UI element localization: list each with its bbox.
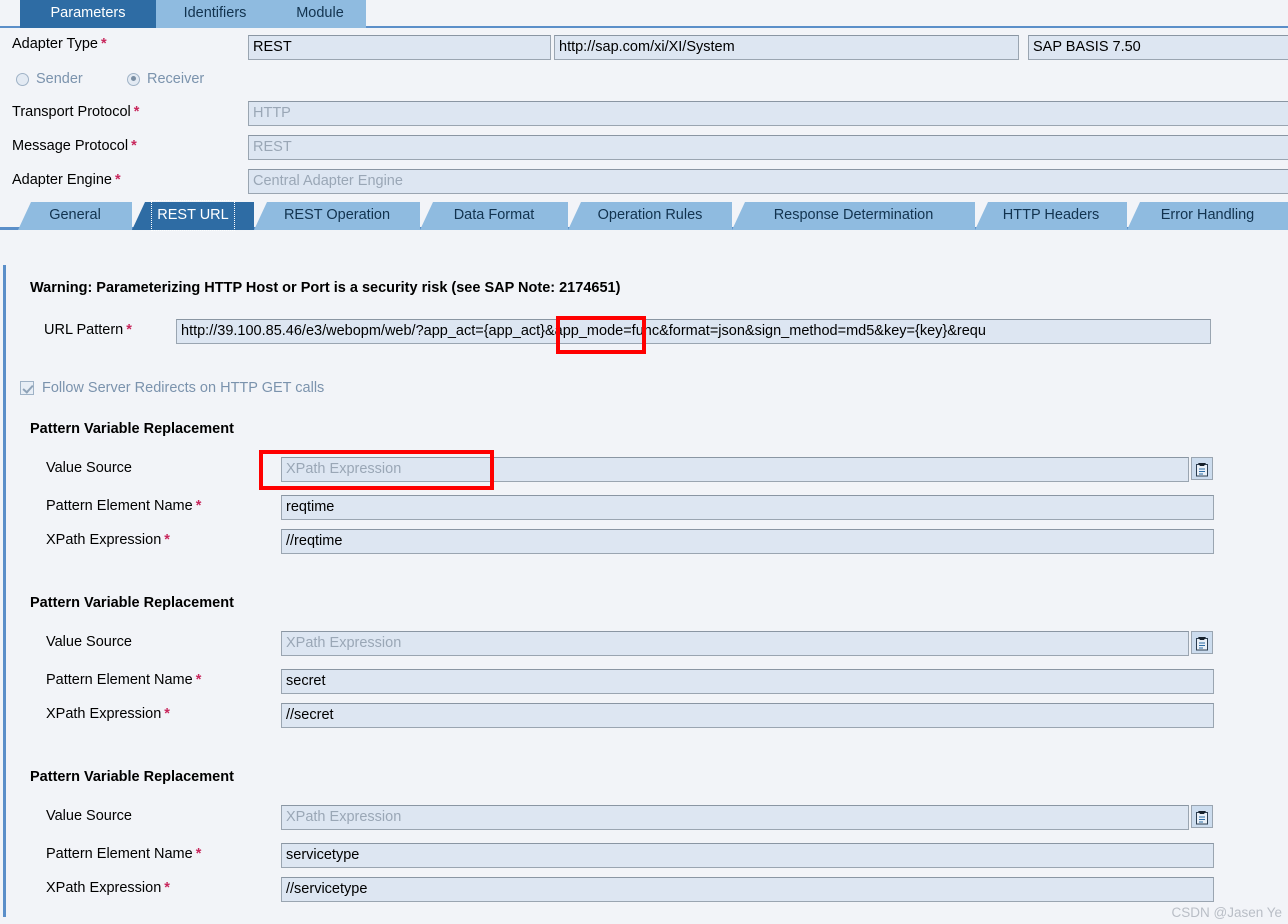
subtab-error-handling[interactable]: Error Handling bbox=[1127, 202, 1288, 230]
pattern-variable-replacement-title-2: Pattern Variable Replacement bbox=[30, 595, 234, 611]
radio-sender[interactable]: Sender bbox=[16, 71, 83, 87]
subtab-rest-url[interactable]: REST URL bbox=[132, 202, 254, 230]
subtab-rest-url-label: REST URL bbox=[153, 202, 232, 229]
value-help-glyph bbox=[1195, 809, 1209, 825]
pattern-element-name-field-2[interactable]: secret bbox=[281, 669, 1214, 694]
value-source-label-3: Value Source bbox=[46, 808, 132, 824]
radio-receiver-label: Receiver bbox=[147, 71, 204, 87]
subtab-rest-operation[interactable]: REST Operation bbox=[254, 202, 420, 230]
security-warning-text: Warning: Parameterizing HTTP Host or Por… bbox=[30, 280, 620, 296]
adapter-engine-label: Adapter Engine* bbox=[12, 172, 121, 188]
tab-identifiers[interactable]: Identifiers bbox=[156, 0, 274, 28]
radio-sender-label: Sender bbox=[36, 71, 83, 87]
message-protocol-field: REST bbox=[248, 135, 1288, 160]
subtab-general-label: General bbox=[45, 202, 105, 229]
subtab-operation-rules[interactable]: Operation Rules bbox=[568, 202, 732, 230]
required-marker: * bbox=[196, 498, 202, 514]
tab-module[interactable]: Module bbox=[274, 0, 366, 28]
required-marker: * bbox=[131, 138, 137, 154]
value-source-label-1: Value Source bbox=[46, 460, 132, 476]
required-marker: * bbox=[196, 846, 202, 862]
adapter-type-label: Adapter Type* bbox=[12, 36, 107, 52]
url-pattern-field[interactable]: http://39.100.85.46/e3/webopm/web/?app_a… bbox=[176, 319, 1211, 344]
radio-receiver[interactable]: Receiver bbox=[127, 71, 204, 87]
value-source-field-3[interactable]: XPath Expression bbox=[281, 805, 1189, 830]
subtab-http-headers[interactable]: HTTP Headers bbox=[975, 202, 1127, 230]
value-help-icon-1[interactable] bbox=[1191, 457, 1213, 480]
value-source-label-2: Value Source bbox=[46, 634, 132, 650]
transport-protocol-field: HTTP bbox=[248, 101, 1288, 126]
radio-receiver-icon bbox=[127, 73, 140, 86]
rest-url-panel: Warning: Parameterizing HTTP Host or Por… bbox=[3, 265, 1288, 917]
value-source-field-2[interactable]: XPath Expression bbox=[281, 631, 1189, 656]
subtab-general[interactable]: General bbox=[18, 202, 132, 230]
adapter-type-row: Adapter Type* REST http://sap.com/xi/XI/… bbox=[0, 28, 1288, 62]
xpath-expression-label-2: XPath Expression* bbox=[46, 706, 170, 722]
required-marker: * bbox=[196, 672, 202, 688]
rest-sub-tab-bar: General REST URL REST Operation Data For… bbox=[0, 200, 1288, 230]
follow-server-redirects-checkbox[interactable]: Follow Server Redirects on HTTP GET call… bbox=[20, 380, 324, 396]
xpath-expression-field-1[interactable]: //reqtime bbox=[281, 529, 1214, 554]
tab-parameters-label: Parameters bbox=[51, 5, 126, 21]
adapter-namespace-field[interactable]: http://sap.com/xi/XI/System bbox=[554, 35, 1019, 60]
required-marker: * bbox=[164, 532, 170, 548]
required-marker: * bbox=[115, 172, 121, 188]
message-protocol-label: Message Protocol* bbox=[12, 138, 137, 154]
subtab-data-format-label: Data Format bbox=[450, 202, 539, 229]
pattern-element-name-label-2: Pattern Element Name* bbox=[46, 672, 201, 688]
direction-row: Sender Receiver bbox=[0, 62, 1288, 96]
subtab-response-determination-label: Response Determination bbox=[770, 202, 938, 229]
subtab-http-headers-label: HTTP Headers bbox=[999, 202, 1103, 229]
tab-identifiers-label: Identifiers bbox=[184, 5, 247, 21]
pattern-variable-replacement-title-1: Pattern Variable Replacement bbox=[30, 421, 234, 437]
subtab-rest-operation-label: REST Operation bbox=[280, 202, 394, 229]
follow-server-redirects-label: Follow Server Redirects on HTTP GET call… bbox=[42, 380, 324, 396]
required-marker: * bbox=[164, 880, 170, 896]
adapter-engine-row: Adapter Engine* Central Adapter Engine bbox=[0, 164, 1288, 200]
xpath-expression-field-2[interactable]: //secret bbox=[281, 703, 1214, 728]
adapter-header-form: Adapter Type* REST http://sap.com/xi/XI/… bbox=[0, 28, 1288, 200]
xpath-expression-label-3: XPath Expression* bbox=[46, 880, 170, 896]
subtab-data-format[interactable]: Data Format bbox=[420, 202, 568, 230]
subtab-operation-rules-label: Operation Rules bbox=[594, 202, 707, 229]
xpath-expression-label-1: XPath Expression* bbox=[46, 532, 170, 548]
subtab-response-determination[interactable]: Response Determination bbox=[732, 202, 975, 230]
required-marker: * bbox=[134, 104, 140, 120]
radio-sender-icon bbox=[16, 73, 29, 86]
required-marker: * bbox=[101, 36, 107, 52]
value-help-icon-3[interactable] bbox=[1191, 805, 1213, 828]
url-pattern-label: URL Pattern* bbox=[44, 322, 132, 338]
tab-parameters[interactable]: Parameters bbox=[20, 0, 156, 28]
required-marker: * bbox=[126, 322, 132, 338]
xpath-expression-field-3[interactable]: //servicetype bbox=[281, 877, 1214, 902]
adapter-swcv-field[interactable]: SAP BASIS 7.50 bbox=[1028, 35, 1288, 60]
value-source-field-1[interactable]: XPath Expression bbox=[281, 457, 1189, 482]
required-marker: * bbox=[164, 706, 170, 722]
checkbox-icon bbox=[20, 381, 34, 395]
pattern-element-name-field-1[interactable]: reqtime bbox=[281, 495, 1214, 520]
transport-protocol-row: Transport Protocol* HTTP bbox=[0, 96, 1288, 130]
message-protocol-row: Message Protocol* REST bbox=[0, 130, 1288, 164]
pattern-element-name-label-1: Pattern Element Name* bbox=[46, 498, 201, 514]
top-tab-bar: Parameters Identifiers Module bbox=[0, 0, 1288, 28]
value-help-glyph bbox=[1195, 635, 1209, 651]
pattern-element-name-label-3: Pattern Element Name* bbox=[46, 846, 201, 862]
pattern-variable-replacement-title-3: Pattern Variable Replacement bbox=[30, 769, 234, 785]
tab-module-label: Module bbox=[296, 5, 344, 21]
watermark: CSDN @Jasen Ye bbox=[1171, 905, 1282, 920]
transport-protocol-label: Transport Protocol* bbox=[12, 104, 139, 120]
value-help-icon-2[interactable] bbox=[1191, 631, 1213, 654]
adapter-type-field[interactable]: REST bbox=[248, 35, 551, 60]
adapter-engine-field: Central Adapter Engine bbox=[248, 169, 1288, 194]
pattern-element-name-field-3[interactable]: servicetype bbox=[281, 843, 1214, 868]
subtab-error-handling-label: Error Handling bbox=[1157, 202, 1259, 229]
value-help-glyph bbox=[1195, 461, 1209, 477]
